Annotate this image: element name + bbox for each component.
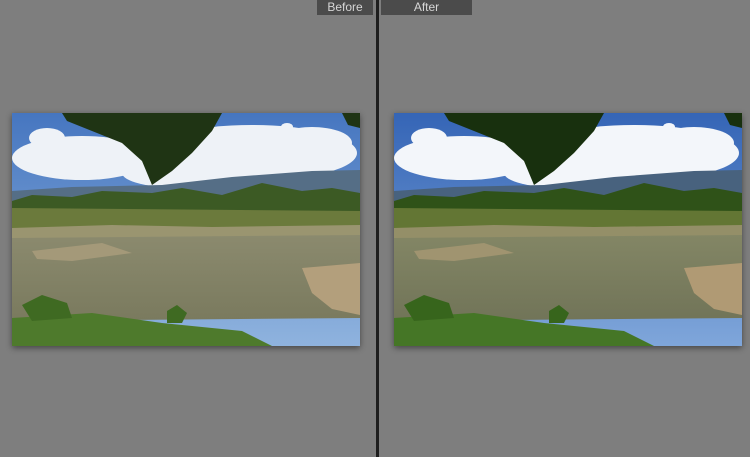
after-label: After xyxy=(381,0,472,15)
before-label: Before xyxy=(317,0,373,15)
before-pane: Before xyxy=(0,0,376,457)
photo-before[interactable] xyxy=(12,113,360,346)
photo-after[interactable] xyxy=(394,113,742,346)
river-landscape-image xyxy=(12,113,360,346)
river-landscape-image xyxy=(394,113,742,346)
after-pane: After xyxy=(379,0,750,457)
